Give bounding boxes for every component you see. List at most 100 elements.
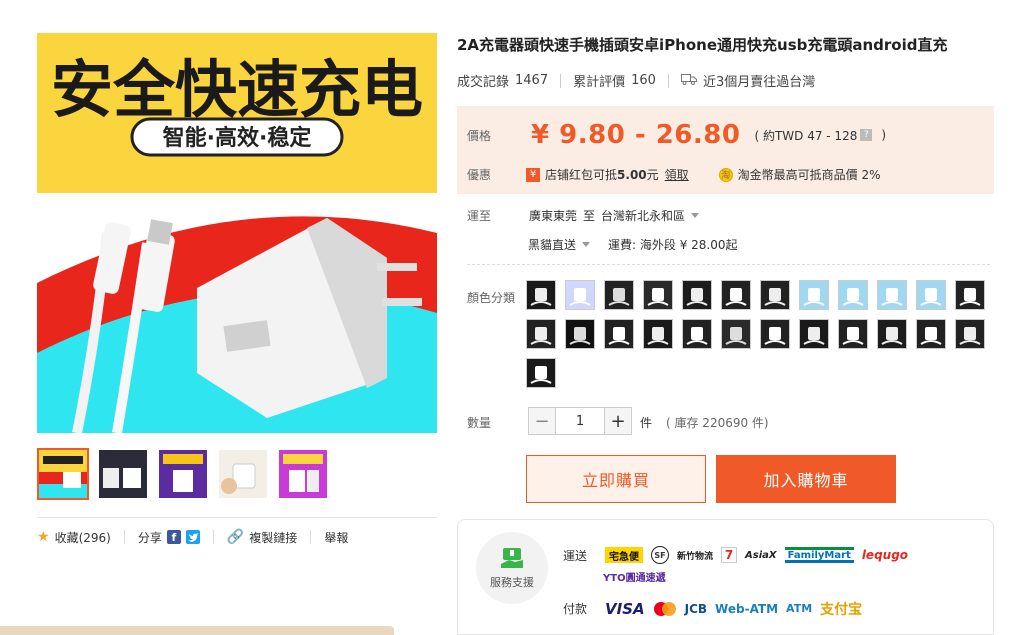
price-row: 價格 ¥ 9.80 - 26.80 ( 約TWD 47 - 128 ? ) bbox=[467, 120, 886, 150]
thumbnail[interactable] bbox=[37, 448, 89, 500]
color-swatch[interactable] bbox=[916, 319, 946, 349]
color-swatch[interactable] bbox=[955, 319, 985, 349]
thumbnail[interactable] bbox=[277, 448, 329, 500]
color-swatch[interactable] bbox=[526, 280, 556, 310]
ship-to-label: 運至 bbox=[467, 209, 492, 223]
yto-logo-row: YTO圓通速遞 bbox=[603, 568, 674, 584]
main-image-tagline: 智能·高效·稳定 bbox=[163, 125, 312, 151]
service-support-box: 服務支援 運送 宅急便 SF 新竹物流 7 AsiaX FamilyMart l… bbox=[457, 519, 994, 635]
twd-price-note: ( 約TWD 47 - 128 ? ) bbox=[754, 127, 886, 144]
add-to-cart-button[interactable]: 加入購物車 bbox=[716, 455, 896, 503]
support-icon bbox=[501, 548, 523, 568]
facebook-icon[interactable]: f bbox=[166, 530, 181, 544]
sf-logo: SF bbox=[651, 546, 670, 564]
thumbnail-strip bbox=[37, 448, 329, 500]
chevron-down-icon bbox=[582, 242, 591, 247]
share-label: 分享 bbox=[137, 530, 162, 545]
divider bbox=[560, 73, 562, 88]
buy-now-button[interactable]: 立即購買 bbox=[526, 455, 706, 503]
divider bbox=[667, 73, 669, 88]
thumbnail[interactable] bbox=[157, 448, 209, 500]
color-swatch[interactable] bbox=[799, 280, 829, 310]
color-swatch[interactable] bbox=[565, 319, 595, 349]
main-image-headline: 安全快速充电 bbox=[51, 53, 423, 126]
web-atm-logo: Web-ATM bbox=[715, 601, 779, 616]
stock-count: ( 庫存 220690 件) bbox=[666, 416, 769, 430]
shipping-method-select[interactable]: 黑貓直送 bbox=[528, 236, 591, 253]
payment-logos-row: 付款 VISA JCB Web-ATM ATM 支付宝 bbox=[563, 600, 870, 618]
quantity-input[interactable]: 1 bbox=[555, 408, 605, 434]
claim-coupon-link[interactable]: 領取 bbox=[665, 166, 689, 183]
coupon-amount: 5.00 bbox=[617, 167, 647, 182]
product-stats: 成交記錄 1467 累計評價 160 近3個月賣往過台灣 bbox=[457, 71, 815, 90]
divider bbox=[37, 517, 437, 518]
color-swatch[interactable] bbox=[526, 358, 556, 388]
promo-label: 優惠 bbox=[467, 168, 492, 182]
increment-button[interactable]: + bbox=[605, 408, 631, 434]
chevron-down-icon bbox=[691, 213, 700, 218]
quantity-stepper: − 1 + bbox=[528, 407, 632, 435]
favorite-label: 收藏(296) bbox=[54, 530, 111, 545]
thumbnail[interactable] bbox=[217, 448, 269, 500]
color-swatch[interactable] bbox=[916, 280, 946, 310]
color-swatch[interactable] bbox=[604, 319, 634, 349]
color-swatch[interactable] bbox=[838, 319, 868, 349]
color-swatch[interactable] bbox=[682, 319, 712, 349]
hct-logo: 新竹物流 bbox=[677, 551, 714, 562]
color-swatch[interactable] bbox=[682, 280, 712, 310]
truck-icon bbox=[680, 73, 697, 89]
color-swatch[interactable] bbox=[877, 280, 907, 310]
copy-link-label: 複製鏈接 bbox=[249, 530, 298, 545]
lequgo-logo: lequgo bbox=[861, 548, 909, 562]
ship-to-word: 至 bbox=[583, 209, 596, 223]
price-label: 價格 bbox=[467, 128, 492, 143]
yamato-logo: 宅急便 bbox=[605, 547, 644, 563]
help-icon[interactable]: ? bbox=[860, 129, 873, 141]
quantity-unit: 件 bbox=[640, 416, 653, 430]
shipping-logos-label: 運送 bbox=[563, 548, 588, 563]
link-icon: 🔗 bbox=[226, 529, 245, 545]
taobao-coin-icon: 淘 bbox=[718, 167, 733, 182]
coupon-text: 店铺红包可抵 bbox=[545, 168, 618, 182]
price-range: ¥ 9.80 - 26.80 bbox=[531, 120, 741, 150]
color-swatch[interactable] bbox=[838, 280, 868, 310]
familymart-logo: FamilyMart bbox=[784, 547, 854, 563]
color-swatch[interactable] bbox=[760, 280, 790, 310]
product-main-image[interactable]: 安全快速充电 智能·高效·稳定 bbox=[37, 33, 437, 433]
service-support-label: 服務支援 bbox=[490, 576, 534, 589]
share-bar: ★ 收藏(296) 分享 f 🔗 複製鏈接 舉報 bbox=[37, 527, 437, 547]
color-swatch[interactable] bbox=[760, 319, 790, 349]
product-page: 安全快速充电 智能·高效·稳定 ★ 收藏(296) 分享 f 🔗 複製鏈接 舉報… bbox=[0, 0, 1013, 635]
reviews-value[interactable]: 160 bbox=[631, 73, 656, 88]
share-group: 分享 f bbox=[138, 529, 200, 546]
color-swatch[interactable] bbox=[643, 280, 673, 310]
color-swatch[interactable] bbox=[526, 319, 556, 349]
color-swatch[interactable] bbox=[604, 280, 634, 310]
asiax-logo: AsiaX bbox=[745, 549, 777, 561]
quantity-label: 數量 bbox=[467, 416, 492, 430]
color-swatch[interactable] bbox=[565, 280, 595, 310]
destination-value: 台灣新北永和區 bbox=[601, 209, 686, 223]
twd-close: ) bbox=[881, 128, 887, 142]
destination-select[interactable]: 台灣新北永和區 bbox=[601, 207, 700, 224]
color-swatch[interactable] bbox=[721, 319, 751, 349]
copy-link-button[interactable]: 🔗 複製鏈接 bbox=[227, 529, 297, 546]
favorite-button[interactable]: ★ 收藏(296) bbox=[37, 529, 111, 546]
decrement-button[interactable]: − bbox=[529, 408, 555, 434]
color-swatch[interactable] bbox=[955, 280, 985, 310]
report-link[interactable]: 舉報 bbox=[324, 529, 348, 546]
color-swatch[interactable] bbox=[643, 319, 673, 349]
divider bbox=[310, 530, 312, 544]
thumbnail[interactable] bbox=[97, 448, 149, 500]
color-swatch[interactable] bbox=[799, 319, 829, 349]
twd-text: ( 約TWD 47 - 128 bbox=[754, 128, 858, 143]
twitter-icon[interactable] bbox=[185, 530, 200, 544]
color-swatch[interactable] bbox=[721, 280, 751, 310]
divider bbox=[123, 530, 125, 544]
reviews-label[interactable]: 累計評價 bbox=[573, 71, 625, 90]
shipping-destination-row: 運至 廣東東莞 至 台灣新北永和區 bbox=[467, 207, 700, 224]
color-swatch[interactable] bbox=[877, 319, 907, 349]
shipped-text: 近3個月賣往過台灣 bbox=[702, 75, 816, 90]
atm-logo: ATM bbox=[786, 602, 813, 615]
sales-value: 1467 bbox=[515, 73, 549, 88]
